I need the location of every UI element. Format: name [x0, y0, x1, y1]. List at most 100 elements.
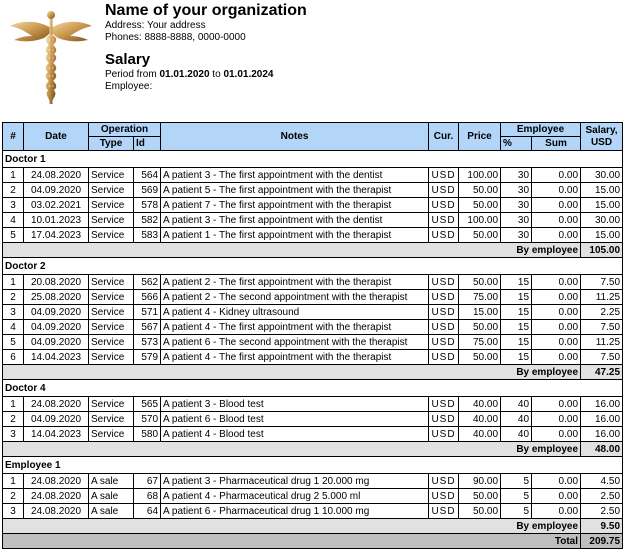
row-percent: 30: [500, 197, 533, 213]
report-period: Period from 01.01.2020 to 01.01.2024: [105, 69, 307, 81]
row-percent: 15: [500, 289, 533, 305]
group-name: Doctor 2: [1, 257, 623, 275]
row-date: 24.08.2020: [23, 167, 89, 183]
row-salary: 7.50: [580, 349, 623, 365]
row-sum: 0.00: [531, 411, 582, 427]
row-id: 583: [132, 227, 162, 243]
row-salary: 30.00: [580, 167, 623, 183]
row-date: 24.08.2020: [23, 503, 89, 519]
row-notes: A patient 6 - Pharmaceutical drug 1 10.0…: [160, 503, 430, 519]
row-salary: 16.00: [580, 396, 623, 412]
row-type: A sale: [88, 473, 134, 489]
row-price: 40.00: [458, 411, 502, 427]
row-number: 3: [2, 197, 24, 213]
period-mid: to: [209, 69, 224, 80]
row-type: A sale: [88, 503, 134, 519]
row-number: 5: [2, 334, 24, 350]
row-percent: 5: [500, 503, 533, 519]
row-notes: A patient 3 - Pharmaceutical drug 1 20.0…: [160, 473, 430, 489]
row-sum: 0.00: [531, 182, 582, 198]
row-date: 03.02.2021: [23, 197, 89, 213]
table-row: 2 04.09.2020 Service 569 A patient 5 - The f…: [2, 182, 623, 198]
row-notes: A patient 4 - The first appointment with…: [160, 319, 430, 335]
row-currency: USD: [428, 411, 460, 427]
row-type: Service: [88, 274, 134, 290]
row-sum: 0.00: [531, 396, 582, 412]
row-id: 68: [132, 488, 162, 504]
row-percent: 15: [500, 349, 533, 365]
row-currency: USD: [428, 167, 460, 183]
row-sum: 0.00: [531, 334, 582, 350]
row-percent: 40: [500, 426, 533, 442]
row-type: Service: [88, 319, 134, 335]
total-row: Total 209.75: [1, 533, 623, 549]
row-currency: USD: [428, 212, 460, 228]
row-price: 50.00: [458, 182, 502, 198]
row-sum: 0.00: [531, 319, 582, 335]
row-salary: 11.25: [580, 334, 623, 350]
row-type: Service: [88, 411, 134, 427]
row-notes: A patient 1 - The first appointment with…: [160, 227, 430, 243]
row-date: 04.09.2020: [23, 304, 89, 320]
row-percent: 15: [500, 334, 533, 350]
table-row: 5 04.09.2020 Service 573 A patient 6 - The s…: [2, 334, 623, 350]
row-date: 24.08.2020: [23, 488, 89, 504]
col-sum: Sum: [531, 136, 582, 151]
row-date: 04.09.2020: [23, 334, 89, 350]
report-title: Salary: [105, 51, 151, 68]
row-currency: USD: [428, 319, 460, 335]
row-date: 20.08.2020: [23, 274, 89, 290]
row-currency: USD: [428, 334, 460, 350]
organization-phones: Phones: 8888-8888, 0000-0000: [105, 32, 246, 43]
table-row: 3 14.04.2023 Service 580 A patient 4 - Blood…: [2, 426, 623, 442]
table-row: 3 24.08.2020 A sale 64 A patient 6 - Pharmac…: [2, 503, 623, 519]
row-currency: USD: [428, 488, 460, 504]
row-date: 04.09.2020: [23, 411, 89, 427]
subtotal-row: By employee 9.50: [1, 518, 623, 534]
row-type: Service: [88, 227, 134, 243]
subtotal-value: 105.00: [580, 242, 623, 258]
row-type: Service: [88, 197, 134, 213]
row-number: 1: [2, 167, 24, 183]
subtotal-value: 48.00: [580, 441, 623, 457]
col-id: Id: [132, 136, 162, 151]
row-salary: 7.50: [580, 274, 623, 290]
row-sum: 0.00: [531, 227, 582, 243]
row-number: 3: [2, 304, 24, 320]
row-type: Service: [88, 289, 134, 305]
col-number: #: [2, 122, 24, 151]
row-currency: USD: [428, 227, 460, 243]
row-price: 40.00: [458, 426, 502, 442]
table-row: 6 14.04.2023 Service 579 A patient 4 - The f…: [2, 349, 623, 365]
row-id: 579: [132, 349, 162, 365]
caduceus-icon: [8, 6, 94, 106]
row-salary: 4.50: [580, 473, 623, 489]
row-percent: 15: [500, 274, 533, 290]
row-number: 4: [2, 212, 24, 228]
row-sum: 0.00: [531, 304, 582, 320]
row-date: 10.01.2023: [23, 212, 89, 228]
col-type: Type: [88, 136, 134, 151]
table-row: 1 24.08.2020 A sale 67 A patient 3 - Pharmac…: [2, 473, 623, 489]
row-date: 17.04.2023: [23, 227, 89, 243]
row-id: 564: [132, 167, 162, 183]
group-name: Doctor 4: [1, 379, 623, 397]
row-price: 50.00: [458, 349, 502, 365]
row-sum: 0.00: [531, 349, 582, 365]
row-price: 50.00: [458, 503, 502, 519]
col-date: Date: [23, 122, 89, 151]
row-price: 40.00: [458, 396, 502, 412]
row-price: 50.00: [458, 274, 502, 290]
row-notes: A patient 4 - Kidney ultrasound: [160, 304, 430, 320]
row-sum: 0.00: [531, 503, 582, 519]
group-row: Employee 1: [1, 456, 623, 474]
row-currency: USD: [428, 503, 460, 519]
row-number: 5: [2, 227, 24, 243]
row-notes: A patient 7 - The first appointment with…: [160, 197, 430, 213]
table-row: 1 24.08.2020 Service 565 A patient 3 - Blood…: [2, 396, 623, 412]
col-operation: Operation: [87, 122, 162, 137]
row-percent: 40: [500, 411, 533, 427]
col-employee: Employee: [500, 122, 582, 137]
row-price: 50.00: [458, 319, 502, 335]
row-percent: 15: [500, 304, 533, 320]
